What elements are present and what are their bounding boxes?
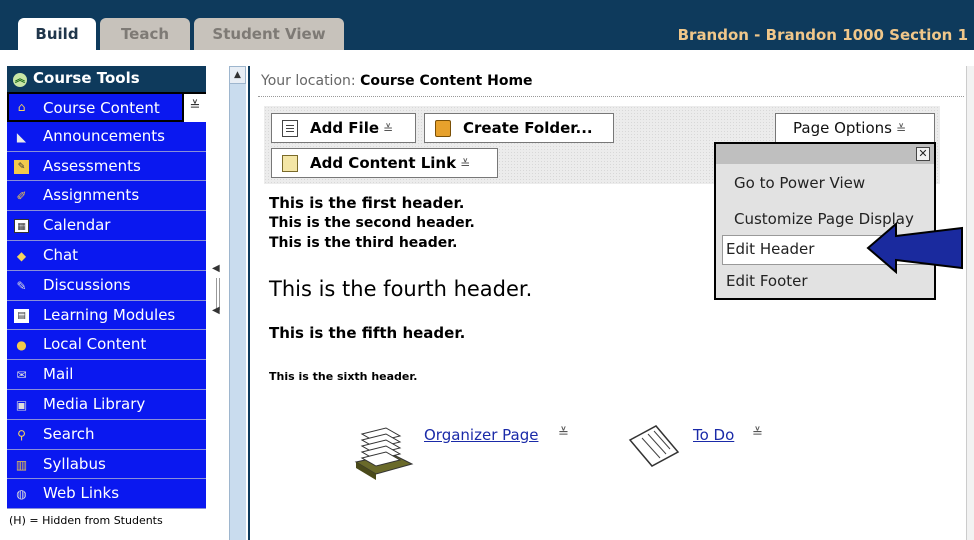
sidebar: ︽ Course Tools ⌂ Course Content ≚ ◣ Annou… [7, 66, 206, 540]
sidebar-item-assignments[interactable]: ✐ Assignments [7, 181, 206, 212]
dropdown-icon: ≚ [460, 157, 471, 171]
hidden-note: (H) = Hidden from Students [9, 514, 163, 527]
sidebar-item-media-library[interactable]: ▣ Media Library [7, 389, 206, 420]
sidebar-item-label: Calendar [43, 216, 111, 235]
tab-student-view[interactable]: Student View [194, 18, 344, 50]
globe-icon: ◍ [16, 487, 27, 502]
organizer-page-icon[interactable] [352, 418, 416, 480]
todo-icon[interactable] [626, 422, 682, 470]
file-icon [282, 120, 298, 137]
tab-teach[interactable]: Teach [100, 18, 190, 50]
create-folder-button[interactable]: Create Folder... [424, 113, 614, 143]
syllabus-icon: ▥ [15, 457, 28, 472]
sidebar-item-label: Announcements [43, 126, 165, 145]
sidebar-item-label: Syllabus [43, 454, 106, 473]
tab-build[interactable]: Build [18, 18, 96, 50]
header-6: This is the sixth header. [269, 370, 418, 383]
dropdown-icon: ≚ [895, 122, 907, 136]
course-title: Brandon - Brandon 1000 Section 1 [677, 26, 968, 44]
sidebar-item-search[interactable]: ⚲ Search [7, 419, 206, 450]
sidebar-item-label: Chat [43, 245, 79, 264]
sidebar-item-label: Assignments [43, 186, 140, 205]
assessment-icon: ✎ [14, 159, 29, 174]
mail-icon: ✉ [16, 368, 27, 383]
sidebar-item-web-links[interactable]: ◍ Web Links [7, 479, 206, 510]
collapse-arrow-icon[interactable]: ◀ [212, 263, 220, 275]
add-content-link-button[interactable]: Add Content Link ≚ [271, 148, 498, 178]
sidebar-item-calendar[interactable]: ▦ Calendar [7, 211, 206, 241]
close-icon[interactable]: ✕ [916, 147, 930, 161]
sidebar-item-label: Search [43, 424, 95, 443]
folder-icon [435, 120, 451, 137]
dropdown-icon: ≚ [383, 122, 394, 136]
course-tools-header[interactable]: ︽ Course Tools [7, 66, 206, 92]
create-folder-label: Create Folder... [463, 119, 593, 137]
sidebar-item-label: Learning Modules [43, 305, 176, 324]
breadcrumb: Your location: Course Content Home [261, 73, 533, 89]
sidebar-item-course-content[interactable]: ⌂ Course Content ≚ [7, 92, 206, 122]
location-label: Your location: [261, 73, 356, 89]
sidebar-item-syllabus[interactable]: ▥ Syllabus [7, 449, 206, 480]
search-icon: ⚲ [17, 427, 26, 442]
organizer-page-link[interactable]: Organizer Page [424, 426, 538, 444]
header-2: This is the second header. [269, 215, 475, 231]
pointer-arrow-icon [866, 222, 963, 274]
page-options-menu: ✕ Go to Power View Customize Page Displa… [714, 142, 936, 300]
chevron-down-icon[interactable]: ≚ [182, 94, 206, 122]
home-icon: ⌂ [17, 100, 26, 114]
calendar-icon: ▦ [14, 219, 29, 234]
sidebar-item-discussions[interactable]: ✎ Discussions [7, 270, 206, 301]
sidebar-item-chat[interactable]: ◆ Chat [7, 240, 206, 271]
menu-titlebar: ✕ [716, 144, 934, 164]
menu-item-power-view[interactable]: Go to Power View [734, 174, 865, 192]
main-scrollbar[interactable] [966, 66, 974, 540]
sidebar-scrollbar[interactable] [229, 66, 246, 540]
course-tools-title: Course Tools [33, 69, 140, 87]
sidebar-item-learning-modules[interactable]: ▤ Learning Modules [7, 300, 206, 331]
main-panel-border [248, 66, 250, 540]
add-file-label: Add File [310, 119, 380, 137]
module-icon: ▤ [14, 308, 29, 323]
header-5: This is the fifth header. [269, 324, 466, 342]
content-link-icon [282, 155, 298, 172]
media-icon: ▣ [15, 397, 28, 412]
header-3: This is the third header. [269, 235, 458, 251]
sidebar-item-announcements[interactable]: ◣ Announcements [7, 121, 206, 152]
sidebar-item-local-content[interactable]: ● Local Content [7, 330, 206, 361]
chat-icon: ◆ [16, 248, 27, 263]
sidebar-item-label: Local Content [43, 335, 147, 354]
sidebar-item-label: Discussions [43, 275, 131, 294]
megaphone-icon: ◣ [16, 129, 27, 144]
top-bar: Build Teach Student View Brandon - Brand… [0, 0, 974, 60]
header-1: This is the first header. [269, 194, 465, 212]
sidebar-item-label: Web Links [43, 484, 120, 503]
page-options-label: Page Options [793, 119, 892, 137]
collapse-arrow-icon[interactable]: ◀ [212, 305, 220, 316]
sidebar-item-label: Mail [43, 365, 74, 384]
location-value: Course Content Home [360, 73, 533, 89]
page-options-button[interactable]: Page Options ≚ [775, 113, 935, 143]
discussion-icon: ✎ [16, 278, 27, 293]
assignment-icon: ✐ [16, 189, 27, 204]
add-content-link-label: Add Content Link [310, 154, 457, 172]
add-file-button[interactable]: Add File ≚ [271, 113, 416, 143]
header-4: This is the fourth header. [269, 277, 533, 301]
scroll-up-button[interactable]: ▲ [229, 66, 246, 84]
course-tools-list: ⌂ Course Content ≚ ◣ Announcements ✎ Ass… [7, 92, 206, 510]
sidebar-item-assessments[interactable]: ✎ Assessments [7, 151, 206, 182]
dropdown-icon[interactable]: ≚ [752, 426, 763, 441]
todo-link[interactable]: To Do [693, 426, 734, 444]
sidebar-item-mail[interactable]: ✉ Mail [7, 360, 206, 390]
menu-item-edit-footer[interactable]: Edit Footer [726, 272, 808, 290]
sidebar-item-label: Assessments [43, 156, 141, 175]
sidebar-item-label: Course Content [43, 99, 160, 117]
collapse-circle-icon[interactable]: ︽ [13, 73, 27, 87]
dropdown-icon[interactable]: ≚ [558, 426, 569, 441]
top-bar-divider [0, 50, 974, 60]
disc-icon: ● [16, 338, 27, 353]
sidebar-item-label: Media Library [43, 394, 146, 413]
location-divider [258, 96, 964, 97]
